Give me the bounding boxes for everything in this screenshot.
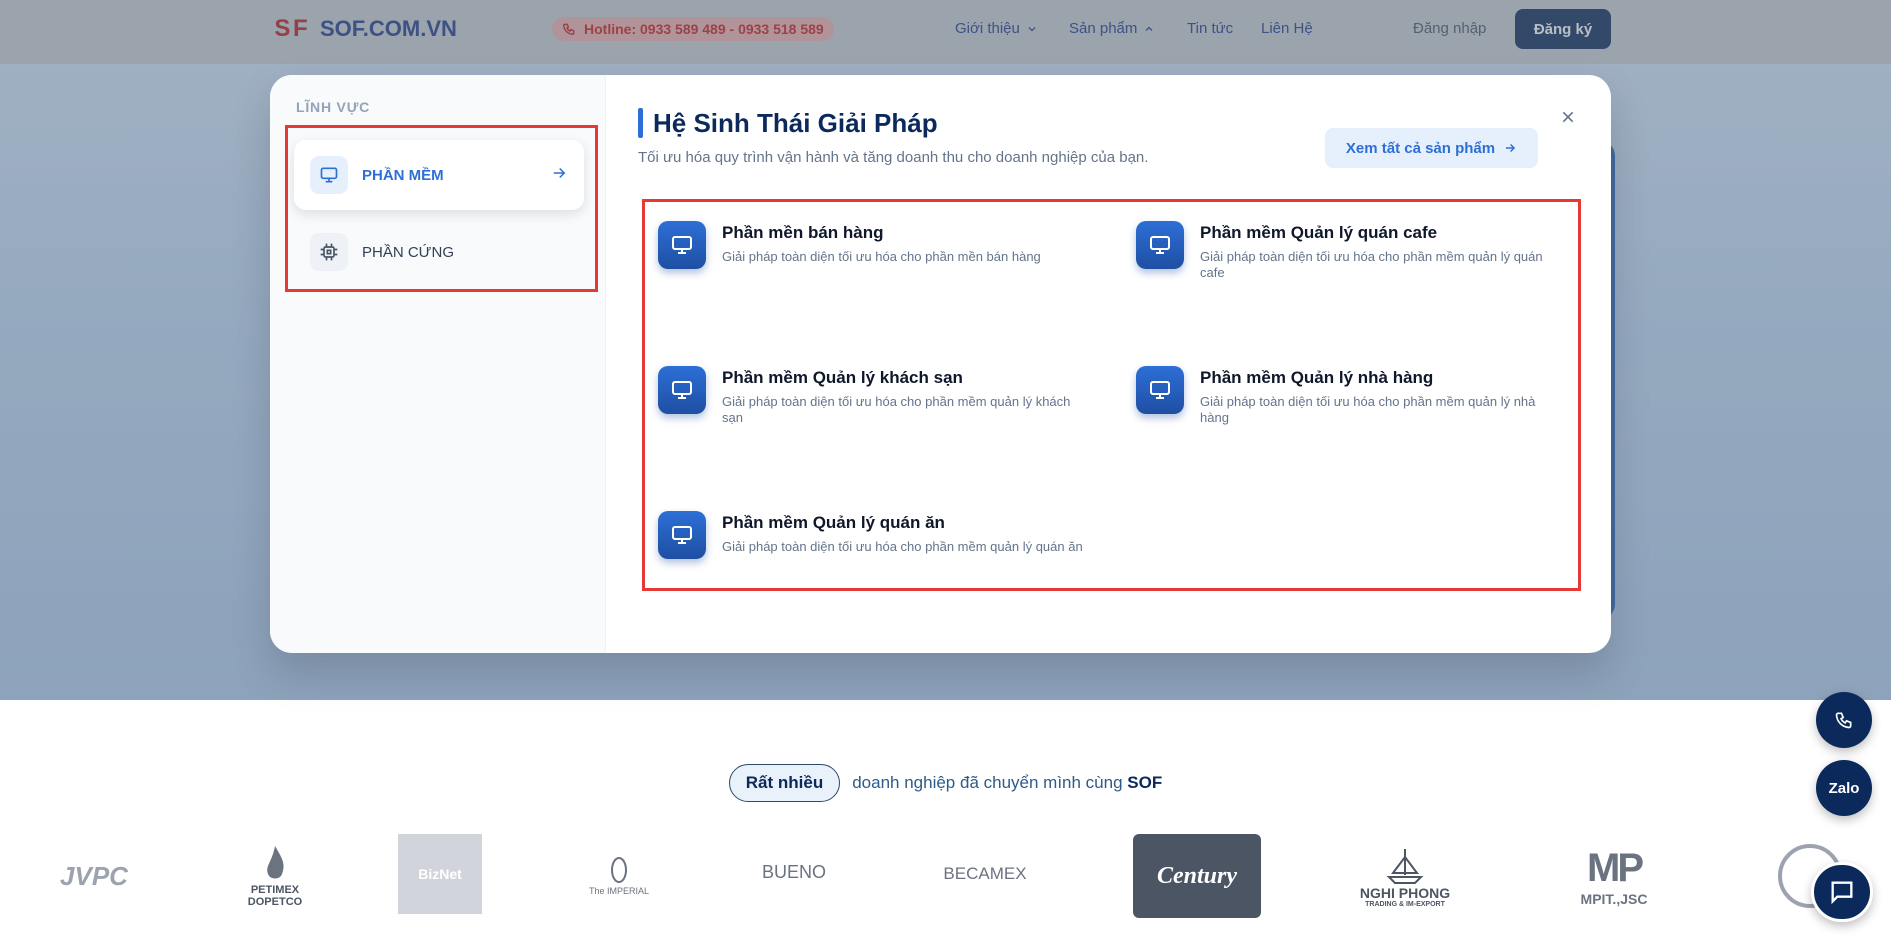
monitor-icon xyxy=(310,156,348,194)
monitor-icon xyxy=(658,511,706,559)
partner-name: BUENO xyxy=(761,861,826,882)
product-description: Giải pháp toàn diện tối ưu hóa cho phần … xyxy=(722,249,1041,264)
category-sidebar: LĨNH VỰC PHẦN MỀM PHẦN CỨNG xyxy=(270,75,606,653)
sidebar-heading: LĨNH VỰC xyxy=(296,99,371,115)
arrow-right-icon xyxy=(553,167,566,179)
product-card-ban-hang[interactable]: Phần mền bán hàng Giải pháp toàn diện tố… xyxy=(658,221,1088,331)
monitor-icon xyxy=(658,366,706,414)
product-card-quan-cafe[interactable]: Phần mềm Quản lý quán cafe Giải pháp toà… xyxy=(1136,221,1566,331)
trust-text: doanh nghiệp đã chuyển mình cùng SOF xyxy=(852,773,1162,793)
sidebar-item-label: PHẦN CỨNG xyxy=(362,243,454,261)
partner-name: The IMPERIAL xyxy=(588,886,650,896)
panel-subtitle: Tối ưu hóa quy trình vận hành và tăng do… xyxy=(638,149,1149,166)
sidebar-item-phan-mem[interactable]: PHẦN MỀM xyxy=(294,140,584,210)
product-title: Phần mềm Quản lý khách sạn xyxy=(722,368,963,387)
products-mega-menu: LĨNH VỰC PHẦN MỀM PHẦN CỨNG Hệ Sinh Thái… xyxy=(270,75,1611,653)
monitor-icon xyxy=(658,221,706,269)
crest-icon xyxy=(611,857,627,883)
ship-icon xyxy=(1386,848,1424,884)
product-title: Phần mền bán hàng xyxy=(722,223,884,242)
partner-name: JVPC xyxy=(60,860,128,891)
product-title: Phần mềm Quản lý quán ăn xyxy=(722,513,945,532)
flame-icon xyxy=(267,846,284,879)
product-description: Giải pháp toàn diện tối ưu hóa cho phần … xyxy=(1200,249,1543,280)
product-card-nha-hang[interactable]: Phần mềm Quản lý nhà hàng Giải pháp toàn… xyxy=(1136,366,1566,476)
title-accent-bar xyxy=(638,108,643,138)
monitor-icon xyxy=(1136,366,1184,414)
product-description: Giải pháp toàn diện tối ưu hóa cho phần … xyxy=(722,394,1071,425)
product-card-quan-an[interactable]: Phần mềm Quản lý quán ăn Giải pháp toàn … xyxy=(658,511,1088,621)
phone-call-button[interactable] xyxy=(1816,692,1872,748)
partner-name: MP xyxy=(1587,845,1644,890)
partner-name: BizNet xyxy=(418,866,462,882)
monitor-icon xyxy=(1136,221,1184,269)
panel-title: Hệ Sinh Thái Giải Pháp xyxy=(653,108,938,138)
trust-brand: SOF xyxy=(1127,773,1163,792)
partner-logo-petimex: PETIMEX DOPETCO xyxy=(235,834,315,918)
top-navbar: S F SOF.COM.VN Hotline: 0933 589 489 - 0… xyxy=(0,0,1891,64)
partner-name: BECAMEX xyxy=(943,864,1027,883)
chat-button[interactable] xyxy=(1811,862,1873,922)
zalo-label: Zalo xyxy=(1828,779,1860,797)
partner-logo-nghi-phong: NGHI PHONG TRADING & IM-EXPORT xyxy=(1355,834,1455,918)
chat-bubble-icon xyxy=(1831,881,1853,905)
product-description: Giải pháp toàn diện tối ưu hóa cho phần … xyxy=(1200,394,1536,425)
trust-pill: Rất nhiều xyxy=(728,764,841,802)
partner-sub: DOPETCO xyxy=(247,896,303,908)
partner-sub: TRADING & IM-EXPORT xyxy=(1365,900,1445,908)
see-all-products-button[interactable]: Xem tất cả sản phẩm xyxy=(1325,128,1538,168)
close-button[interactable] xyxy=(1556,105,1580,129)
partner-name: PETIMEX xyxy=(250,884,300,896)
product-description: Giải pháp toàn diện tối ưu hóa cho phần … xyxy=(722,539,1083,554)
see-all-label: Xem tất cả sản phẩm xyxy=(1345,139,1496,157)
navbar-dim-overlay xyxy=(0,0,1891,64)
product-title: Phần mềm Quản lý quán cafe xyxy=(1200,223,1438,242)
zalo-button[interactable]: Zalo xyxy=(1816,760,1872,816)
partner-logo-jvpc: JVPC xyxy=(40,836,148,916)
partner-sub: MPIT.,JSC xyxy=(1580,890,1648,907)
trust-banner: Rất nhiều doanh nghiệp đã chuyển mình cù… xyxy=(0,763,1891,803)
close-icon xyxy=(1562,111,1574,123)
trust-sentence: doanh nghiệp đã chuyển mình cùng xyxy=(852,773,1123,792)
partner-logo-imperial: The IMPERIAL xyxy=(578,836,660,916)
partner-name: Century xyxy=(1156,862,1237,889)
sidebar-item-phan-cung[interactable]: PHẦN CỨNG xyxy=(294,217,584,287)
partner-logo-biznet: BizNet xyxy=(398,834,482,914)
chip-icon xyxy=(310,233,348,271)
partner-name: NGHI PHONG xyxy=(1359,884,1451,901)
partner-logo-becamex: BECAMEX xyxy=(935,844,1035,904)
sidebar-item-label: PHẦN MỀM xyxy=(362,166,444,184)
solutions-content: Hệ Sinh Thái Giải Pháp Tối ưu hóa quy tr… xyxy=(606,75,1611,653)
product-card-khach-san[interactable]: Phần mềm Quản lý khách sạn Giải pháp toà… xyxy=(658,366,1088,476)
partner-logo-century: Century xyxy=(1133,834,1261,918)
phone-icon xyxy=(1835,712,1852,729)
partner-logos: JVPC PETIMEX DOPETCO BizNet The IMPERIAL… xyxy=(0,830,1891,920)
partner-logo-bueno: BUENO xyxy=(752,842,836,902)
arrow-right-icon xyxy=(1506,143,1516,153)
partner-logo-mpit: MP MPIT.,JSC xyxy=(1568,836,1660,916)
product-title: Phần mềm Quản lý nhà hàng xyxy=(1200,368,1434,387)
